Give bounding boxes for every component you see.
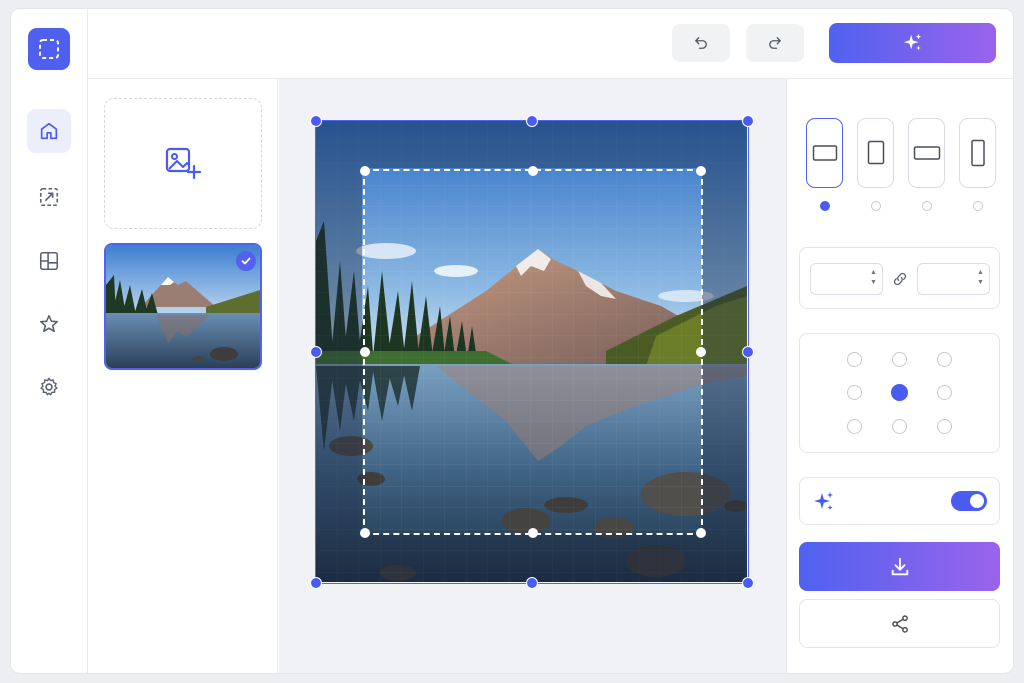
resize-handle-bottom-right[interactable] (742, 577, 754, 589)
ratio-indicator-2 (871, 201, 881, 211)
auto-enhance-toggle[interactable] (951, 491, 987, 511)
icon-rail (11, 9, 88, 673)
anchor-top-center[interactable] (892, 352, 907, 367)
resize-handle-top-left[interactable] (310, 115, 322, 127)
anchor-top-right[interactable] (937, 352, 952, 367)
undo-icon (695, 37, 707, 49)
resize-handle-bottom[interactable] (526, 577, 538, 589)
resize-handle-top[interactable] (526, 115, 538, 127)
landscape-ratio-icon (812, 145, 837, 161)
assets-panel (88, 79, 278, 673)
wide-ratio-icon (913, 146, 940, 160)
ratio-indicator-3 (922, 201, 932, 211)
resize-icon[interactable] (27, 175, 71, 219)
anchor-grid (799, 333, 1000, 453)
width-stepper-icon[interactable]: ▲ ▼ (870, 268, 877, 288)
toggle-knob (970, 494, 984, 508)
app-window: ▲ ▼ ▲ ▼ (10, 8, 1014, 674)
crop-handle-bottom[interactable] (528, 528, 538, 538)
magic-enhance-button[interactable] (829, 23, 996, 63)
resize-handle-bottom-left[interactable] (310, 577, 322, 589)
crop-handle-top-right[interactable] (696, 166, 706, 176)
anchor-middle-right[interactable] (937, 385, 952, 400)
height-stepper-icon[interactable]: ▲ ▼ (977, 268, 984, 288)
upload-dropzone[interactable] (104, 98, 262, 229)
share-icon (891, 614, 908, 633)
ratio-indicator-4 (973, 201, 983, 211)
anchor-top-left[interactable] (847, 352, 862, 367)
undo-button[interactable] (672, 24, 730, 62)
download-button[interactable] (799, 542, 1000, 591)
gear-icon[interactable] (27, 365, 71, 409)
crop-selection[interactable] (360, 166, 706, 538)
selected-check-icon (236, 251, 256, 271)
tall-ratio-icon (970, 139, 985, 167)
home-icon[interactable] (27, 109, 71, 153)
aspect-ratio-portrait[interactable] (857, 118, 894, 188)
resize-handle-right[interactable] (742, 346, 754, 358)
aspect-ratio-landscape[interactable] (806, 118, 843, 188)
download-icon (891, 557, 908, 575)
crop-handle-top[interactable] (528, 166, 538, 176)
layout-icon[interactable] (27, 239, 71, 283)
resize-handle-top-right[interactable] (742, 115, 754, 127)
anchor-center[interactable] (891, 384, 908, 401)
resize-handle-left[interactable] (310, 346, 322, 358)
anchor-middle-left[interactable] (847, 385, 862, 400)
anchor-bottom-center[interactable] (892, 419, 907, 434)
star-icon[interactable] (27, 302, 71, 346)
crop-handle-top-left[interactable] (360, 166, 370, 176)
image-thumbnail[interactable] (104, 243, 262, 370)
top-toolbar (88, 9, 1013, 79)
auto-enhance-row (799, 477, 1000, 525)
settings-panel: ▲ ▼ ▲ ▼ (786, 79, 1013, 673)
crop-select-icon[interactable] (28, 28, 70, 70)
redo-button[interactable] (746, 24, 804, 62)
portrait-ratio-icon (867, 140, 884, 165)
crop-handle-right[interactable] (696, 347, 706, 357)
crop-handle-left[interactable] (360, 347, 370, 357)
canvas-area (279, 79, 786, 673)
anchor-bottom-right[interactable] (937, 419, 952, 434)
redo-icon (769, 37, 781, 49)
crop-handle-bottom-right[interactable] (696, 528, 706, 538)
ratio-indicator-1 (820, 201, 830, 211)
image-frame[interactable] (310, 115, 754, 589)
image-add-icon (165, 147, 202, 179)
size-inputs: ▲ ▼ ▲ ▼ (799, 247, 1000, 309)
sparkles-icon (814, 492, 833, 510)
crop-handle-bottom-left[interactable] (360, 528, 370, 538)
anchor-bottom-left[interactable] (847, 419, 862, 434)
aspect-ratio-wide[interactable] (908, 118, 945, 188)
link-icon[interactable] (892, 271, 908, 287)
share-button[interactable] (799, 599, 1000, 648)
sparkles-icon (903, 33, 921, 51)
aspect-ratio-tall[interactable] (959, 118, 996, 188)
